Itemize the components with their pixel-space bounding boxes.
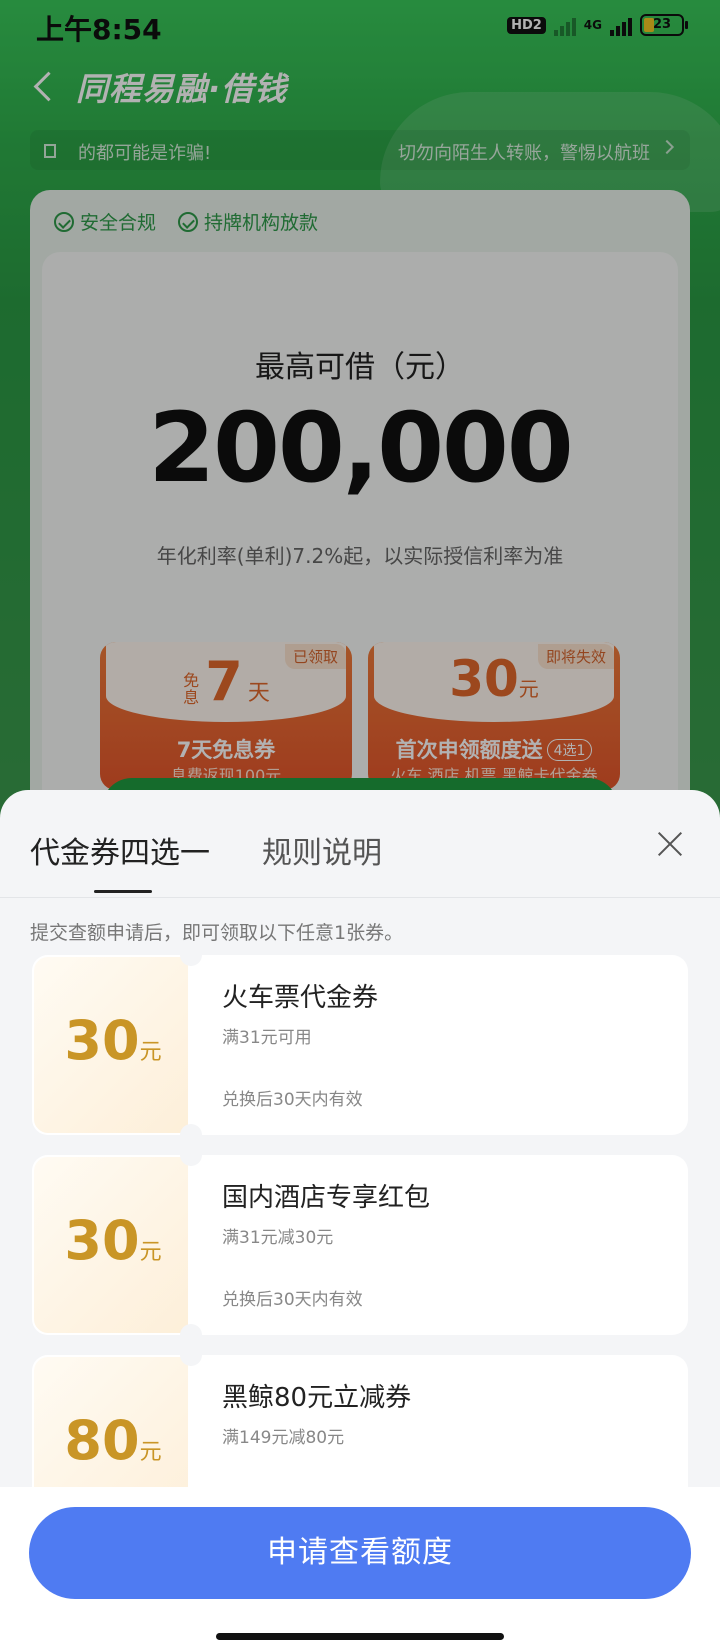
voucher-amount: 30元 — [34, 1209, 192, 1272]
voucher-amount: 80元 — [34, 1409, 192, 1472]
voucher-amount-unit: 元 — [139, 1040, 162, 1065]
voucher-value-panel: 30元 — [32, 955, 190, 1135]
voucher-card[interactable]: 30元 火车票代金券 满31元可用 兑换后30天内有效 — [32, 955, 688, 1135]
voucher-amount: 30元 — [34, 1009, 192, 1072]
voucher-amount-number: 30 — [64, 1209, 140, 1272]
voucher-condition: 满31元减30元 — [222, 1228, 334, 1248]
tab-rules[interactable]: 规则说明 — [262, 828, 382, 872]
voucher-validity: 兑换后30天内有效 — [222, 1090, 363, 1110]
ticket-notch — [180, 1124, 202, 1135]
voucher-card[interactable]: 30元 国内酒店专享红包 满31元减30元 兑换后30天内有效 — [32, 1155, 688, 1335]
voucher-amount-number: 30 — [64, 1009, 140, 1072]
apply-check-limit-button[interactable]: 申请查看额度 — [29, 1507, 691, 1599]
ticket-notch — [180, 1324, 202, 1335]
tab-voucher-pick[interactable]: 代金券四选一 — [30, 828, 210, 872]
voucher-condition: 满31元可用 — [222, 1028, 312, 1048]
close-icon[interactable] — [650, 824, 690, 864]
tab-active-indicator — [94, 890, 152, 893]
voucher-validity: 兑换后30天内有效 — [222, 1290, 363, 1310]
home-indicator[interactable] — [216, 1633, 504, 1640]
voucher-value-panel: 30元 — [32, 1155, 190, 1335]
voucher-amount-unit: 元 — [139, 1440, 162, 1465]
voucher-condition: 满149元减80元 — [222, 1428, 345, 1448]
voucher-title: 国内酒店专享红包 — [222, 1183, 431, 1213]
sheet-header: 代金券四选一 规则说明 — [0, 790, 720, 898]
bottom-action-bar: 申请查看额度 — [0, 1487, 720, 1650]
sheet-hint: 提交查额申请后，即可领取以下任意1张券。 — [30, 922, 404, 944]
voucher-title: 火车票代金券 — [222, 983, 379, 1013]
voucher-title: 黑鲸80元立减券 — [222, 1383, 412, 1413]
voucher-amount-number: 80 — [64, 1409, 140, 1472]
voucher-amount-unit: 元 — [139, 1240, 162, 1265]
